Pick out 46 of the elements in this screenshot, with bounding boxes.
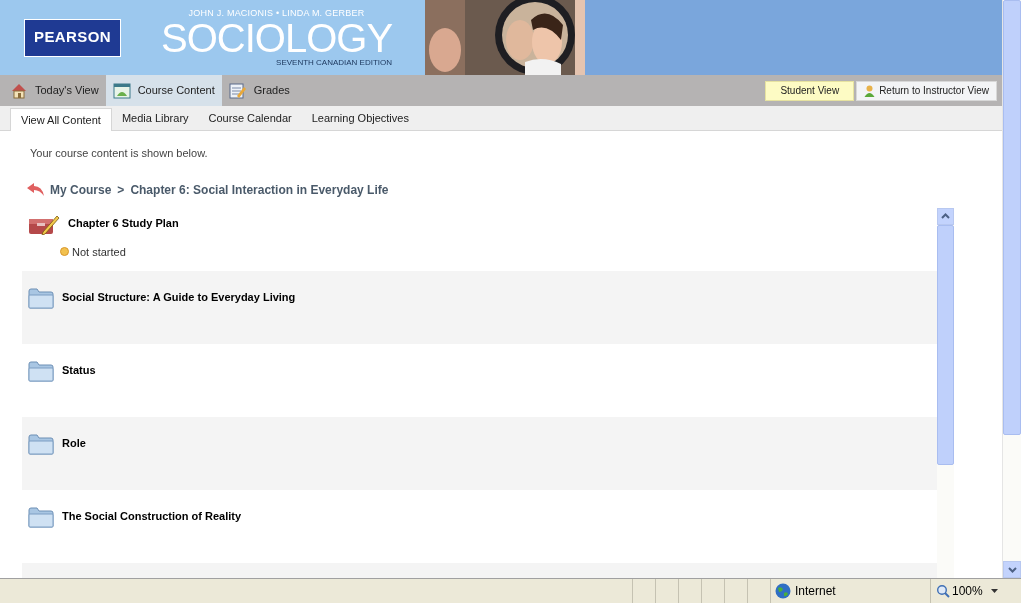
content-item-link[interactable]: Role <box>62 435 86 452</box>
content-item-link[interactable]: Status <box>62 362 96 379</box>
zoom-level[interactable]: 100% <box>952 582 998 600</box>
breadcrumb-current: Chapter 6: Social Interaction in Everyday Life <box>130 181 389 199</box>
screen-icon <box>112 82 131 99</box>
sub-tab[interactable]: Course Calendar <box>198 107 302 130</box>
sub-tab[interactable]: View All Content <box>10 108 112 131</box>
sub-tab[interactable]: Media Library <box>111 107 199 130</box>
scroll-up-button[interactable] <box>937 207 954 225</box>
scroll-thumb[interactable] <box>937 224 954 465</box>
chevron-down-icon <box>1007 566 1017 573</box>
chevron-up-icon <box>941 213 950 219</box>
folder-icon <box>28 505 54 528</box>
window-scroll-thumb[interactable] <box>1003 0 1021 435</box>
breadcrumb-link[interactable]: My Course <box>50 180 112 199</box>
person-icon <box>864 84 876 97</box>
gradebook-icon <box>228 81 247 100</box>
authors-text: JOHN J. MACIONIS • LINDA M. GERBER <box>188 8 365 18</box>
edition-text: SEVENTH CANADIAN EDITION <box>276 58 393 67</box>
view-button[interactable]: Student View <box>765 80 855 101</box>
content-item-link[interactable]: Social Structure: A Guide to Everyday Living <box>62 289 296 306</box>
publisher-logo: PEARSON <box>24 18 121 57</box>
zone-text: Internet <box>795 583 836 600</box>
window-scrollbar[interactable] <box>1002 0 1021 578</box>
zoom-icon <box>937 584 950 598</box>
folder-icon <box>28 432 54 455</box>
intro-text: Your course content is shown below. <box>30 146 209 161</box>
house-icon <box>10 81 28 100</box>
caret-icon <box>990 589 998 593</box>
scroll-down-button[interactable] <box>1003 561 1021 578</box>
breadcrumb-separator: > <box>117 181 125 199</box>
nav-tab[interactable]: Grades <box>221 75 297 106</box>
content-item-link[interactable]: The Social Construction of Reality <box>62 508 242 525</box>
content-scrollbar[interactable] <box>937 207 954 578</box>
globe-icon <box>775 583 791 599</box>
book-title: SOCIOLOGY <box>161 17 393 58</box>
sub-tab[interactable]: Learning Objectives <box>301 107 419 130</box>
content-item-link[interactable]: Chapter 6 Study Plan <box>68 215 179 232</box>
status-text: Not started <box>72 244 126 260</box>
nav-tab[interactable]: Course Content <box>105 75 222 106</box>
nav-tab[interactable]: Today's View <box>3 75 106 106</box>
back-arrow-icon <box>26 182 45 197</box>
status-dot-icon <box>60 247 69 257</box>
view-button[interactable]: Return to Instructor View <box>856 80 997 101</box>
folder-icon <box>28 359 54 382</box>
folder-icon <box>28 286 54 309</box>
